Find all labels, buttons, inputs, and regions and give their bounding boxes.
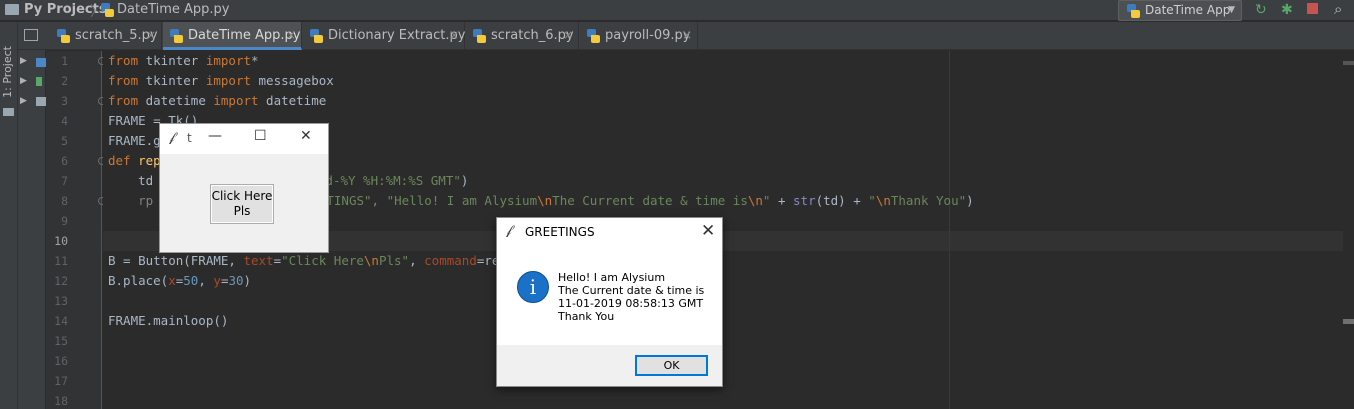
line-number: 5: [61, 134, 68, 148]
line-number: 9: [61, 214, 68, 228]
stop-icon[interactable]: [1307, 3, 1318, 14]
folder-icon: [36, 97, 46, 106]
run-configuration-label: DateTime App: [1145, 3, 1231, 17]
library-icon: [36, 77, 42, 86]
dialog-message-line: Thank You: [558, 310, 615, 323]
tk-window-title: t: [187, 131, 192, 145]
tree-expand-icon[interactable]: ▶: [20, 56, 27, 66]
tree-expand-icon[interactable]: ▶: [20, 96, 27, 106]
button-label: Click Here: [211, 189, 273, 203]
editor-layout-icon[interactable]: [24, 29, 38, 41]
tab-label: scratch_6.py: [491, 28, 574, 43]
navigation-bar: Py Projects 〉 DateTime App.py DateTime A…: [0, 0, 1354, 21]
tab-datetime-app[interactable]: DateTime App.py ×: [163, 22, 302, 50]
line-number: 3: [61, 94, 68, 108]
line-number: 7: [61, 174, 68, 188]
line-number: 18: [54, 394, 68, 408]
tab-label: DateTime App.py: [188, 28, 301, 43]
scroll-thumb[interactable]: [1343, 319, 1354, 324]
folder-icon: [3, 108, 14, 116]
folder-icon: [36, 58, 46, 67]
greetings-dialog[interactable]: 𝒻 GREETINGS ✕ i Hello! I am Alysium The …: [496, 217, 723, 387]
code-line[interactable]: B.place(x=50, y=30): [108, 273, 251, 288]
dialog-message-line: The Current date & time is: [558, 284, 705, 297]
breadcrumb-file[interactable]: DateTime App.py: [117, 2, 230, 17]
tree-expand-icon[interactable]: ▶: [20, 76, 27, 86]
line-number: 4: [61, 114, 68, 128]
line-number: 2: [61, 74, 68, 88]
line-number-gutter: 1 2 3 4 5 6 7 8 9 10 11 12 13 14 15 16 1…: [46, 51, 106, 409]
line-number: 16: [54, 354, 68, 368]
tool-window-strip: 1: Project: [0, 22, 18, 409]
editor-tab-bar: scratch_5.py × DateTime App.py × Diction…: [18, 22, 1354, 50]
dialog-message-line: 11-01-2019 08:58:13 GMT: [558, 297, 704, 310]
tk-window-titlebar[interactable]: 𝒻 t — ☐ ✕: [160, 124, 328, 154]
line-number: 1: [61, 54, 68, 68]
tk-app-window[interactable]: 𝒻 t — ☐ ✕ Click Here Pls: [159, 123, 329, 253]
current-line-number: 10: [54, 234, 68, 248]
close-icon[interactable]: ×: [286, 28, 296, 42]
click-here-button[interactable]: Click Here Pls: [210, 184, 274, 224]
run-configuration-dropdown[interactable]: DateTime App ▼: [1118, 0, 1242, 21]
scroll-marker: [1343, 61, 1354, 65]
button-label: Pls: [233, 204, 251, 218]
close-icon[interactable]: ✕: [701, 221, 715, 241]
line-number: 13: [54, 294, 68, 308]
project-tool-button[interactable]: 1: Project: [1, 46, 14, 98]
folder-icon: [5, 4, 19, 15]
close-icon[interactable]: ×: [682, 28, 692, 42]
line-number: 11: [54, 254, 68, 268]
info-icon: i: [517, 271, 549, 303]
tab-dictionary-extract[interactable]: Dictionary Extract.py ×: [303, 22, 465, 50]
python-file-icon: [309, 29, 323, 43]
close-icon[interactable]: ×: [563, 28, 573, 42]
tab-label: Dictionary Extract.py: [328, 28, 466, 43]
python-file-icon: [169, 29, 183, 43]
minimize-icon[interactable]: —: [208, 128, 222, 144]
dialog-message-line: Hello! I am Alysium: [558, 271, 666, 284]
editor-scrollbar[interactable]: [1343, 51, 1354, 409]
python-file-icon: [1126, 4, 1140, 18]
line-number: 17: [54, 374, 68, 388]
feather-icon: 𝒻: [169, 130, 175, 145]
close-icon[interactable]: ×: [449, 28, 459, 42]
debug-icon[interactable]: ✱: [1281, 2, 1293, 18]
line-number: 14: [54, 314, 68, 328]
project-panel: ▶ ▶ ▶: [18, 22, 46, 409]
python-file-icon: [586, 29, 600, 43]
dialog-footer: OK: [497, 345, 722, 386]
maximize-icon[interactable]: ☐: [254, 128, 267, 144]
right-margin-guide: [949, 51, 950, 409]
tab-scratch-5[interactable]: scratch_5.py ×: [50, 22, 162, 50]
search-icon[interactable]: ⌕: [1334, 0, 1342, 18]
tab-label: payroll-09.py: [605, 28, 691, 43]
close-icon[interactable]: ×: [146, 28, 156, 42]
line-number: 12: [54, 274, 68, 288]
code-line[interactable]: from tkinter import*: [108, 53, 259, 68]
python-file-icon: [472, 29, 486, 43]
chevron-down-icon: ▼: [1228, 5, 1235, 15]
code-line[interactable]: from tkinter import messagebox: [108, 73, 334, 88]
python-file-icon: [56, 29, 70, 43]
close-icon[interactable]: ✕: [300, 128, 312, 144]
code-line[interactable]: B = Button(FRAME, text="Click Here\nPls"…: [108, 253, 530, 268]
line-number: 15: [54, 334, 68, 348]
line-number: 6: [61, 154, 68, 168]
feather-icon: 𝒻: [506, 223, 512, 238]
code-line[interactable]: def rep: [108, 153, 161, 168]
rerun-icon[interactable]: ↻: [1255, 2, 1267, 18]
ok-button[interactable]: OK: [635, 355, 708, 376]
tab-payroll-09[interactable]: payroll-09.py ×: [580, 22, 698, 50]
code-line[interactable]: from datetime import datetime: [108, 93, 326, 108]
python-file-icon: [100, 3, 114, 17]
dialog-title: GREETINGS: [525, 225, 595, 239]
tab-scratch-6[interactable]: scratch_6.py ×: [466, 22, 579, 50]
code-line[interactable]: FRAME.mainloop(): [108, 313, 228, 328]
line-number: 8: [61, 194, 68, 208]
